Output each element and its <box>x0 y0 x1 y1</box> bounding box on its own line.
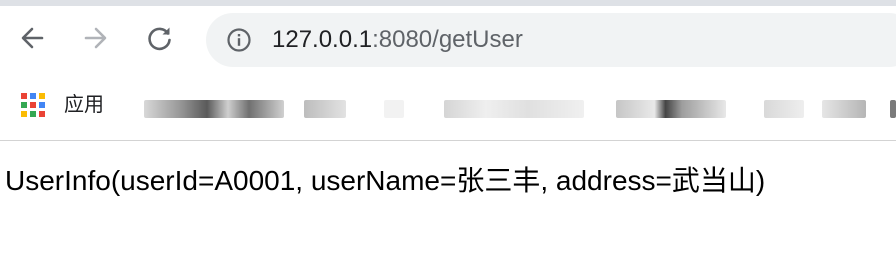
url-path: :8080/getUser <box>372 26 523 53</box>
blurred-bookmark[interactable] <box>890 100 896 118</box>
apps-grid-icon[interactable] <box>20 92 46 118</box>
blurred-bookmark[interactable] <box>144 100 284 118</box>
url-host: 127.0.0.1 <box>272 26 373 53</box>
info-circle-icon[interactable] <box>226 27 252 53</box>
toolbar-divider <box>0 140 896 141</box>
blurred-bookmark[interactable] <box>384 100 404 118</box>
reload-icon <box>148 27 171 51</box>
back-button[interactable] <box>14 20 50 56</box>
url-text[interactable]: 127.0.0.1:8080/getUser <box>272 26 523 54</box>
reload-button[interactable] <box>142 20 178 56</box>
arrow-right-icon <box>84 27 107 49</box>
bookmarks-bar: 应用 <box>0 78 896 140</box>
blurred-bookmark[interactable] <box>822 100 866 118</box>
arrow-left-icon <box>21 27 44 49</box>
apps-bookmark-label[interactable]: 应用 <box>64 91 104 117</box>
forward-button[interactable] <box>78 20 114 56</box>
browser-toolbar: 127.0.0.1:8080/getUser <box>0 6 896 78</box>
blurred-bookmark[interactable] <box>764 100 804 118</box>
page-body-text: UserInfo(userId=A0001, userName=张三丰, add… <box>5 165 766 196</box>
blurred-bookmark[interactable] <box>304 100 346 118</box>
blurred-bookmark[interactable] <box>444 100 584 118</box>
address-bar[interactable]: 127.0.0.1:8080/getUser <box>206 13 896 67</box>
blurred-bookmark[interactable] <box>616 100 726 118</box>
